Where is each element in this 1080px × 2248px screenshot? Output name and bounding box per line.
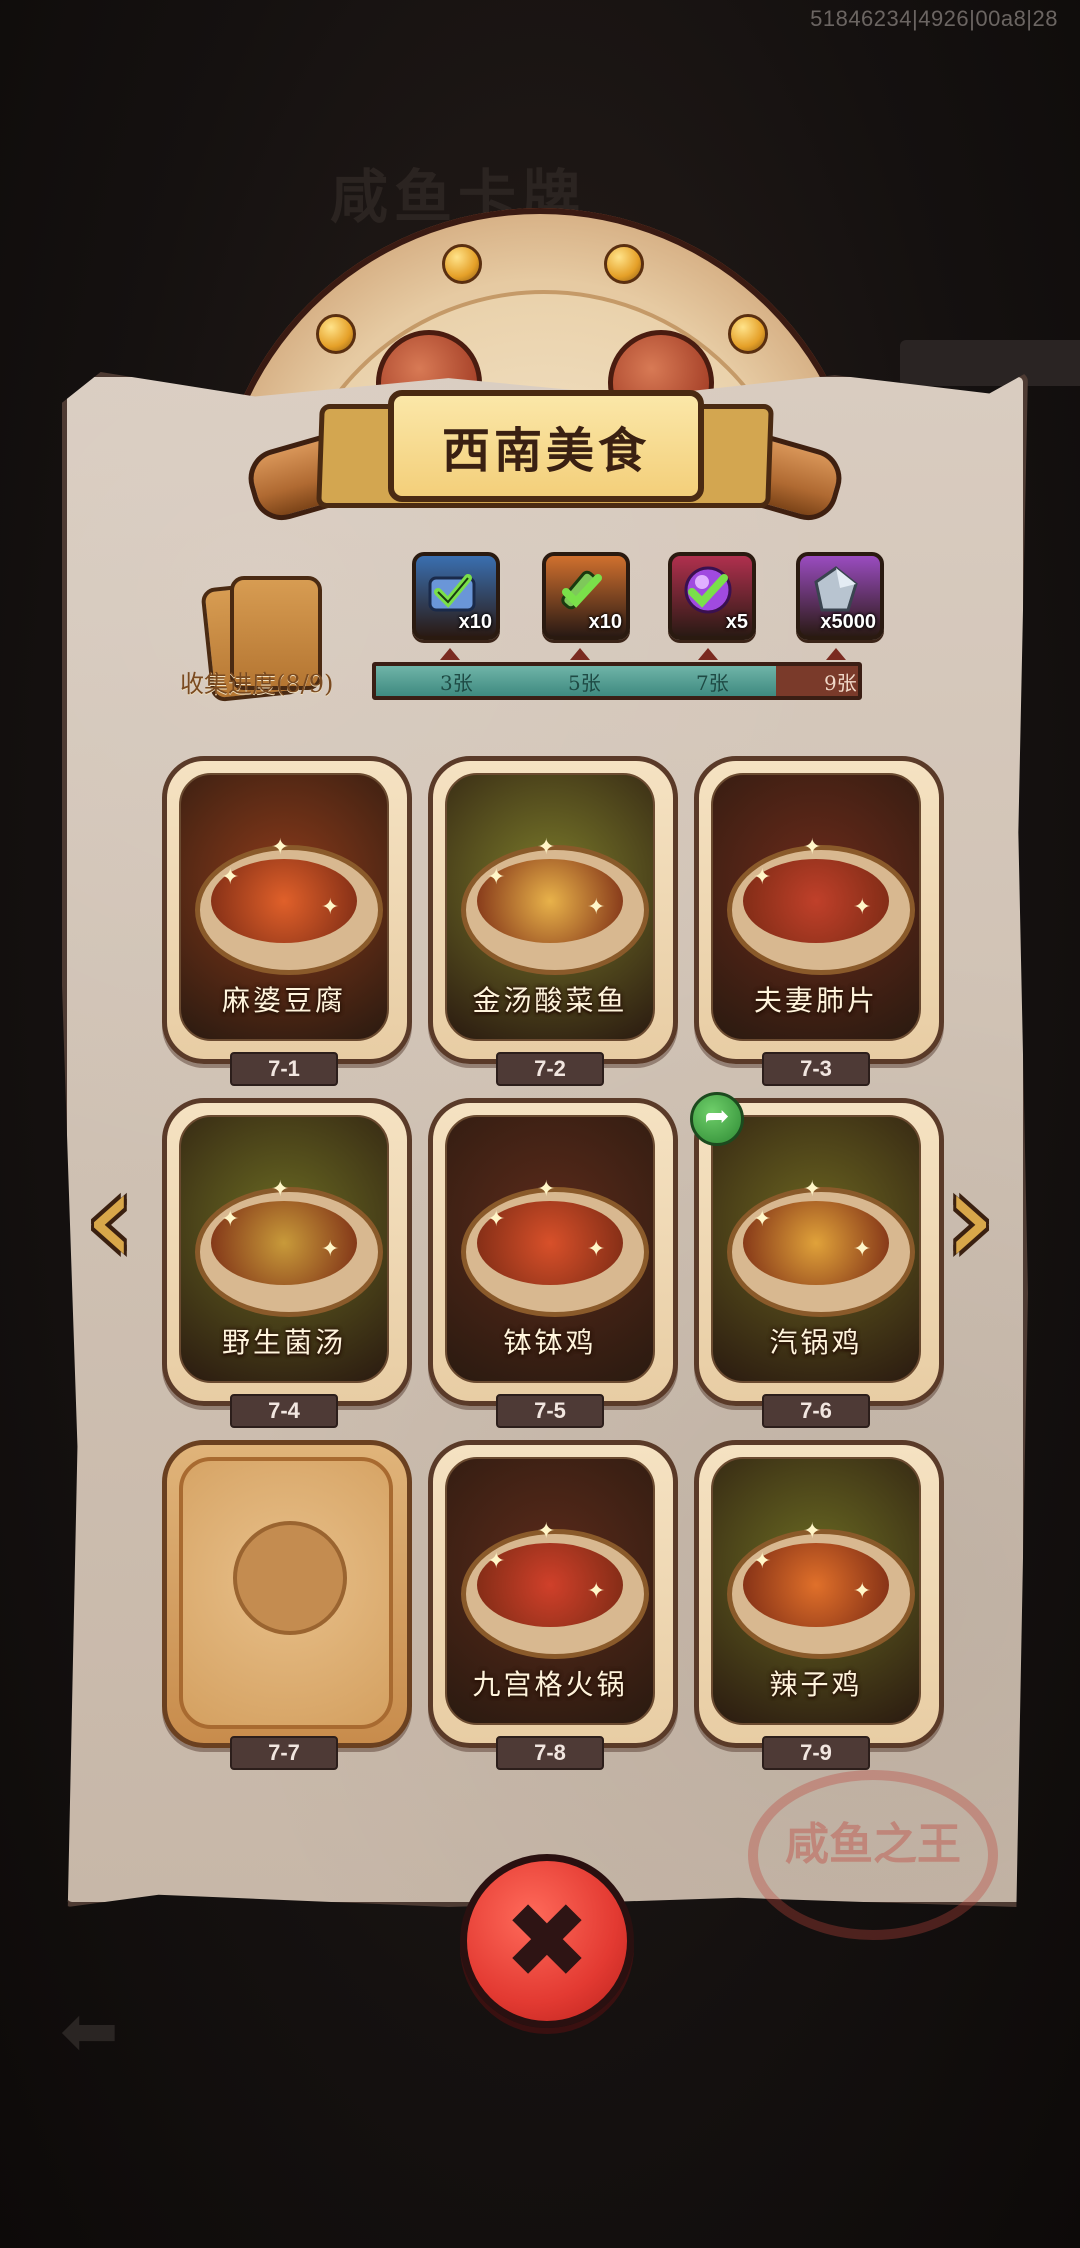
title-ribbon: 西南美食 (388, 390, 704, 502)
dish-illustration: ✦ ✦ ✦ 辣子鸡 (711, 1457, 921, 1725)
recipe-level-tag: 7-2 (496, 1052, 604, 1086)
recipe-card[interactable]: ✦ ✦ ✦ 麻婆豆腐 (162, 756, 412, 1064)
dish-name: 钵钵鸡 (503, 1326, 597, 1359)
chevron-right-icon[interactable]: › (930, 1153, 1010, 1283)
dish-illustration: ✦ ✦ ✦ 汽锅鸡 (711, 1115, 921, 1383)
recipe-level-tag: 7-1 (230, 1052, 338, 1086)
reward-chest-button[interactable]: x10 (412, 552, 500, 640)
page-title: 西南美食 (441, 423, 650, 479)
milestone-label: 9张 (824, 671, 857, 695)
milestone-marker (570, 648, 590, 660)
locked-card-face (179, 1457, 393, 1729)
crest-stud (316, 314, 356, 354)
milestone-label: 5张 (568, 671, 601, 695)
recipe-level-tag: 7-5 (496, 1394, 604, 1428)
dish-illustration: ✦ ✦ ✦ 钵钵鸡 (445, 1115, 655, 1383)
dish-illustration: ✦ ✦ ✦ 麻婆豆腐 (179, 773, 389, 1041)
crest-stud (442, 244, 482, 284)
dish-name: 辣子鸡 (769, 1668, 863, 1701)
milestone-marker (440, 648, 460, 660)
milestone-label: 7张 (696, 671, 729, 695)
milestone-marker (826, 648, 846, 660)
reward-orb-button[interactable]: x5 (668, 552, 756, 640)
collection-progress-bar: 3张 5张 7张 9张 (372, 662, 862, 700)
dish-illustration: ✦ ✦ ✦ 九宫格火锅 (445, 1457, 655, 1725)
reward-quantity: x10 (458, 611, 492, 633)
recipe-level-tag: 7-6 (762, 1394, 870, 1428)
dish-name: 九宫格火锅 (472, 1668, 628, 1701)
crest-stud (604, 244, 644, 284)
recipe-card[interactable]: ✦ ✦ ✦ 野生菌汤 (162, 1098, 412, 1406)
dish-illustration: ✦ ✦ ✦ 野生菌汤 (179, 1115, 389, 1383)
recipe-level-tag: 7-8 (496, 1736, 604, 1770)
dish-name: 汽锅鸡 (769, 1326, 863, 1359)
recipe-level-tag: 7-9 (762, 1736, 870, 1770)
close-x-icon: ✖ (503, 1880, 591, 2002)
collection-progress-label: 收集进度(8/9) (180, 670, 334, 698)
recipe-card[interactable]: ✦ ✦ ✦ 钵钵鸡 (428, 1098, 678, 1406)
recipe-card[interactable]: ✦ ✦ ✦ 辣子鸡 (694, 1440, 944, 1748)
milestone-label: 3张 (440, 671, 473, 695)
recipe-level-tag: 7-4 (230, 1394, 338, 1428)
dish-name: 麻婆豆腐 (221, 984, 346, 1017)
recipe-card-locked[interactable] (162, 1440, 412, 1748)
background-back-arrow-icon: ⬅ (60, 1990, 119, 2072)
orange-key-check-icon (561, 570, 602, 610)
reward-quantity: x5 (725, 611, 748, 633)
seal-stamp: 咸鱼之王 (748, 1770, 998, 1940)
recipe-card[interactable]: ✦ ✦ ✦ 九宫格火锅 (428, 1440, 678, 1748)
reward-crystal-button[interactable]: x5000 (796, 552, 884, 640)
recipe-level-tag: 7-7 (230, 1736, 338, 1770)
milestone-marker (698, 648, 718, 660)
recipe-card[interactable]: ✦ ✦ ✦ 夫妻肺片 (694, 756, 944, 1064)
share-arrow-icon[interactable]: ➦ (690, 1092, 744, 1146)
chevron-left-icon[interactable]: ‹ (70, 1153, 150, 1283)
reward-key-button[interactable]: x10 (542, 552, 630, 640)
build-id-text: 51846234|4926|00a8|28 (810, 6, 1058, 31)
crystal-stone-icon (814, 566, 858, 612)
blue-chest-check-icon (428, 574, 476, 612)
reward-quantity: x5000 (820, 611, 876, 633)
dish-name: 夫妻肺片 (753, 984, 878, 1017)
reward-quantity: x10 (588, 611, 622, 633)
close-button[interactable]: ✖ (460, 1854, 634, 2028)
dish-name: 野生菌汤 (221, 1326, 346, 1359)
recipe-card[interactable]: ✦ ✦ ✦ 汽锅鸡 (694, 1098, 944, 1406)
purple-orb-check-icon (684, 566, 732, 614)
locked-bowl-icon (233, 1521, 347, 1635)
dish-illustration: ✦ ✦ ✦ 夫妻肺片 (711, 773, 921, 1041)
dish-name: 金汤酸菜鱼 (472, 984, 628, 1017)
dish-illustration: ✦ ✦ ✦ 金汤酸菜鱼 (445, 773, 655, 1041)
recipe-level-tag: 7-3 (762, 1052, 870, 1086)
background-side-panel (900, 340, 1080, 386)
crest-stud (728, 314, 768, 354)
recipe-card[interactable]: ✦ ✦ ✦ 金汤酸菜鱼 (428, 756, 678, 1064)
